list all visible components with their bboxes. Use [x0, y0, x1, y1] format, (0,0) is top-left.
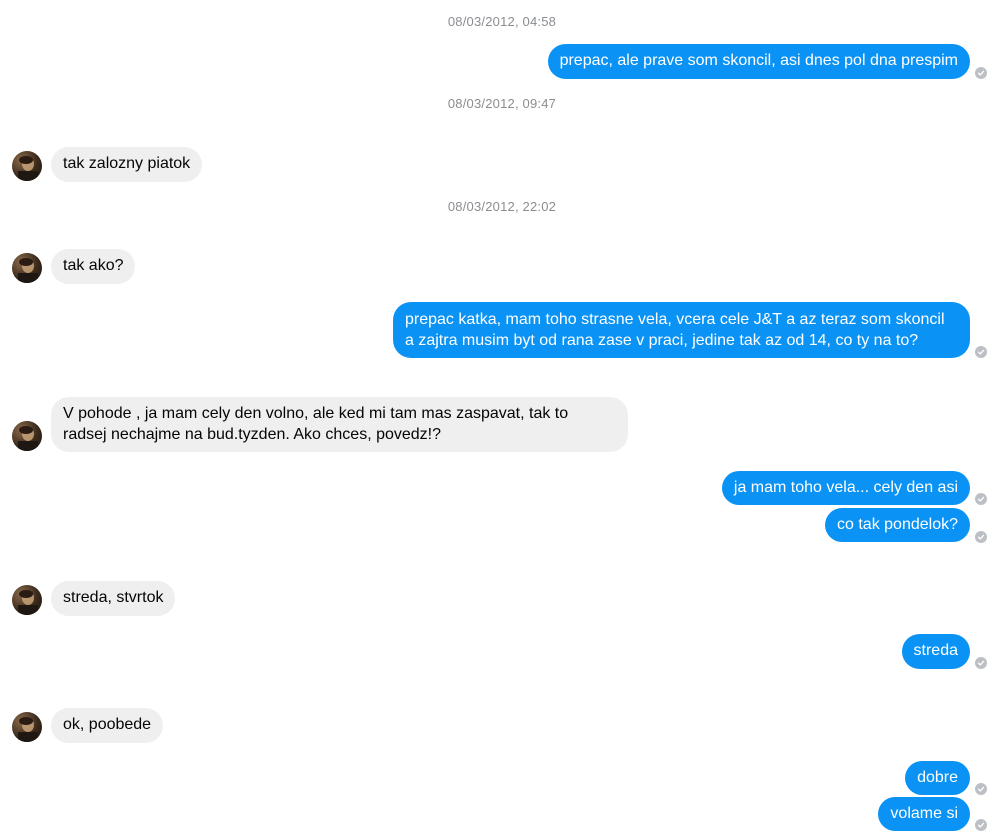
timestamp: 08/03/2012, 22:02	[447, 199, 557, 214]
contact-avatar[interactable]	[12, 151, 42, 181]
contact-avatar[interactable]	[12, 253, 42, 283]
message-line: V pohode , ja mam cely den volno, ale ke…	[63, 405, 569, 422]
message-text: ok, poobede	[63, 716, 152, 733]
incoming-message[interactable]: tak ako?	[51, 249, 136, 284]
sent-check-icon	[975, 531, 987, 543]
sent-check-icon	[975, 657, 987, 669]
outgoing-message[interactable]: volame si	[878, 797, 970, 831]
message-text: prepac, ale prave som skoncil, asi dnes …	[559, 52, 958, 69]
message-text: dobre	[917, 769, 958, 786]
sent-check-icon	[975, 783, 987, 795]
incoming-message[interactable]: tak zalozny piatok	[51, 147, 203, 182]
message-line: a zajtra musim byt od rana zase v praci,…	[405, 332, 919, 349]
message-line: radsej nechajme na bud.tyzden. Ako chces…	[63, 426, 442, 443]
message-line: prepac katka, mam toho strasne vela, vce…	[405, 311, 945, 328]
incoming-message[interactable]: V pohode , ja mam cely den volno, ale ke…	[51, 397, 628, 452]
message-text: ja mam toho vela... cely den asi	[733, 479, 958, 496]
incoming-message[interactable]: streda, stvrtok	[51, 581, 176, 616]
outgoing-message[interactable]: prepac, ale prave som skoncil, asi dnes …	[547, 44, 970, 79]
outgoing-message[interactable]: ja mam toho vela... cely den asi	[721, 471, 970, 505]
message-text: tak ako?	[63, 257, 124, 274]
message-text: streda, stvrtok	[63, 589, 164, 606]
message-text: co tak pondelok?	[837, 516, 958, 533]
sent-check-icon	[975, 346, 987, 358]
timestamp: 08/03/2012, 04:58	[447, 14, 557, 29]
message-text: volame si	[890, 805, 958, 822]
sent-check-icon	[975, 493, 987, 505]
sent-check-icon	[975, 67, 987, 79]
outgoing-message[interactable]: streda	[901, 634, 970, 669]
outgoing-message[interactable]: dobre	[905, 761, 970, 795]
message-text: tak zalozny piatok	[63, 155, 191, 172]
contact-avatar[interactable]	[12, 421, 42, 451]
contact-avatar[interactable]	[12, 585, 42, 615]
timestamp: 08/03/2012, 09:47	[447, 96, 557, 111]
outgoing-message[interactable]: co tak pondelok?	[825, 508, 970, 542]
outgoing-message[interactable]: prepac katka, mam toho strasne vela, vce…	[393, 302, 970, 358]
sent-check-icon	[975, 819, 987, 831]
contact-avatar[interactable]	[12, 712, 42, 742]
message-text: streda	[913, 642, 958, 659]
incoming-message[interactable]: ok, poobede	[51, 708, 164, 743]
